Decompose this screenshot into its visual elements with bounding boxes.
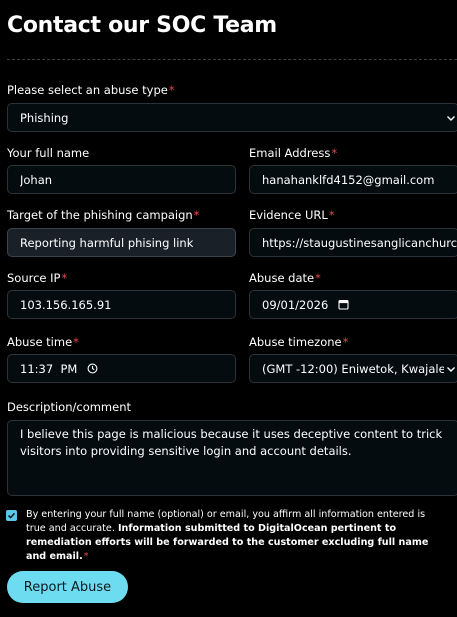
full-name-label: Your full name bbox=[7, 146, 90, 160]
abuse-timezone-select[interactable]: (GMT -12:00) Eniwetok, Kwajale bbox=[249, 354, 457, 383]
full-name-value: Johan bbox=[20, 172, 53, 187]
required-mark: * bbox=[73, 335, 79, 349]
abuse-type-label: Please select an abuse type* bbox=[7, 83, 175, 97]
calendar-icon[interactable] bbox=[338, 299, 349, 310]
email-label: Email Address* bbox=[249, 146, 338, 160]
report-abuse-button[interactable]: Report Abuse bbox=[7, 571, 128, 603]
source-ip-label: Source IP* bbox=[7, 271, 68, 285]
target-label: Target of the phishing campaign* bbox=[7, 208, 200, 222]
abuse-type-value: Phishing bbox=[20, 110, 69, 125]
required-mark: * bbox=[331, 146, 338, 160]
required-mark: * bbox=[342, 335, 349, 349]
clock-icon[interactable] bbox=[87, 363, 98, 374]
abuse-time-label: Abuse time* bbox=[7, 335, 79, 349]
check-icon bbox=[7, 512, 16, 519]
evidence-url-label: Evidence URL* bbox=[249, 208, 335, 222]
abuse-time-value: 11:37 PM bbox=[20, 361, 78, 376]
required-mark: * bbox=[61, 271, 68, 285]
title-divider bbox=[7, 59, 457, 60]
source-ip-input[interactable]: 103.156.165.91 bbox=[7, 290, 236, 319]
abuse-type-select[interactable]: Phishing bbox=[7, 103, 457, 132]
consent-text: By entering your full name (optional) or… bbox=[26, 509, 429, 562]
evidence-url-value: https://staugustinesanglicanchurch.co bbox=[262, 235, 457, 250]
required-mark: * bbox=[328, 208, 335, 222]
abuse-timezone-label: Abuse timezone* bbox=[249, 335, 349, 349]
chevron-down-icon bbox=[447, 115, 455, 121]
email-value: hanahanklfd4152@gmail.com bbox=[262, 172, 435, 187]
source-ip-value: 103.156.165.91 bbox=[20, 297, 112, 312]
abuse-date-label: Abuse date* bbox=[249, 271, 321, 285]
target-input[interactable]: Reporting harmful phising link bbox=[7, 228, 236, 257]
description-label: Description/comment bbox=[7, 400, 132, 414]
chevron-down-icon bbox=[447, 366, 455, 372]
abuse-timezone-value: (GMT -12:00) Eniwetok, Kwajale bbox=[262, 361, 444, 376]
required-mark: * bbox=[193, 208, 200, 222]
required-mark: * bbox=[315, 271, 321, 285]
evidence-url-input[interactable]: https://staugustinesanglicanchurch.co bbox=[249, 228, 457, 257]
description-textarea[interactable]: I believe this page is malicious because… bbox=[7, 420, 457, 496]
abuse-time-input[interactable]: 11:37 PM bbox=[7, 354, 236, 383]
full-name-input[interactable]: Johan bbox=[7, 165, 236, 194]
abuse-date-input[interactable]: 09/01/2026 bbox=[249, 290, 457, 319]
email-input[interactable]: hanahanklfd4152@gmail.com bbox=[249, 165, 457, 194]
target-value: Reporting harmful phising link bbox=[20, 235, 194, 250]
page-title: Contact our SOC Team bbox=[7, 13, 277, 38]
required-mark: * bbox=[83, 551, 89, 562]
required-mark: * bbox=[168, 83, 175, 97]
abuse-date-value: 09/01/2026 bbox=[262, 297, 329, 312]
consent-checkbox[interactable] bbox=[6, 510, 17, 521]
